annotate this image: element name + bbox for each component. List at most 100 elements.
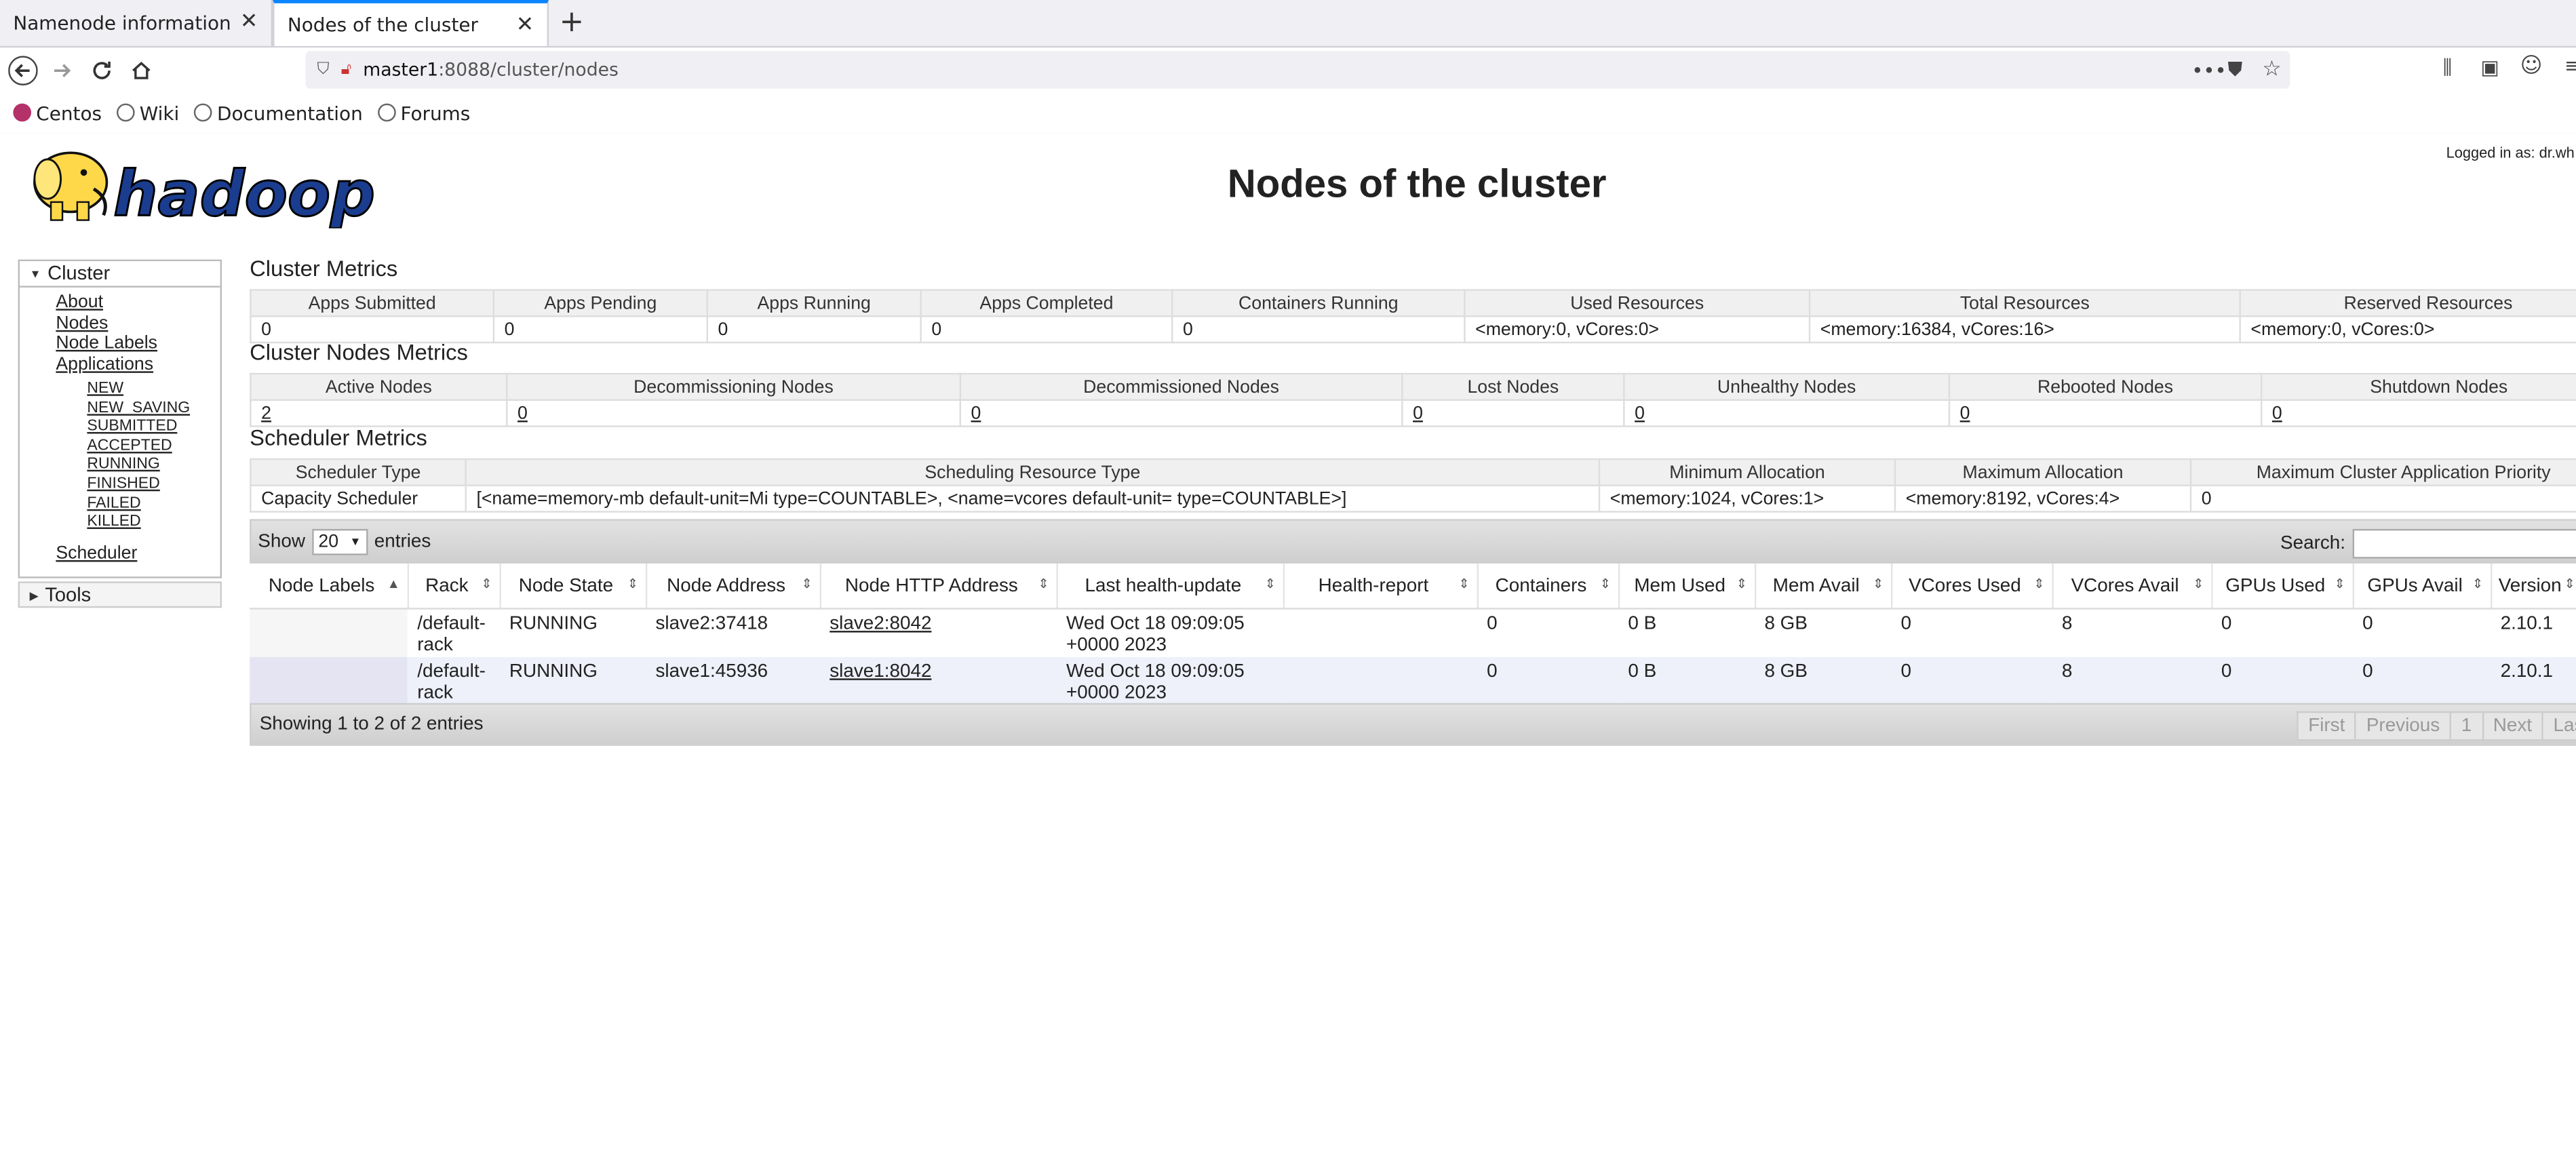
- scheduler-metrics-title: Scheduler Metrics: [250, 425, 427, 450]
- browser-tab-nodes[interactable]: Nodes of the cluster ✕: [273, 0, 549, 46]
- column-header-last-health-update[interactable]: Last health-update ⇕: [1056, 563, 1284, 610]
- metric-header: Decommissioned Nodes: [959, 372, 1403, 401]
- library-icon[interactable]: ⫼: [2443, 56, 2452, 80]
- nav-node-labels[interactable]: Node Labels: [20, 334, 220, 354]
- browser-nav-bar: ⛉ 🔓︎ master1:8088/cluster/nodes ••• ⛊ ☆ …: [0, 47, 2576, 92]
- metric-header: Scheduler Type: [250, 458, 467, 486]
- table-cell: 0: [2352, 608, 2491, 657]
- close-tab-icon[interactable]: ✕: [240, 10, 258, 35]
- back-arrow-icon[interactable]: [3, 50, 43, 90]
- nav-scheduler[interactable]: Scheduler: [20, 543, 220, 564]
- bookmark-wiki[interactable]: Wiki: [116, 101, 179, 124]
- shield-icon[interactable]: ⛉: [317, 61, 329, 79]
- close-tab-icon[interactable]: ✕: [516, 13, 534, 37]
- cluster-nav-header[interactable]: ▼ Cluster: [20, 261, 220, 288]
- home-icon[interactable]: [121, 50, 161, 90]
- pager-previous[interactable]: Previous: [2354, 711, 2450, 741]
- pager-page-1[interactable]: 1: [2449, 711, 2482, 741]
- table-cell: 8 GB: [1754, 608, 1891, 657]
- node-http-address-link[interactable]: slave2:8042: [830, 614, 931, 634]
- table-cell: 0: [1477, 608, 1618, 657]
- nav-app-accepted[interactable]: ACCEPTED: [20, 437, 220, 456]
- menu-icon[interactable]: ≡: [2564, 54, 2576, 77]
- bookmark-centos[interactable]: Centos: [13, 101, 102, 124]
- metric-header: Used Resources: [1464, 289, 1811, 317]
- page-size-select[interactable]: 20 ▼: [311, 528, 368, 555]
- nav-app-submitted[interactable]: SUBMITTED: [20, 418, 220, 437]
- column-header-node-state[interactable]: Node State ⇕: [499, 563, 647, 610]
- table-cell: 0: [1477, 656, 1618, 705]
- column-header-health-report[interactable]: Health-report ⇕: [1283, 563, 1478, 610]
- column-header-mem-used[interactable]: Mem Used ⇕: [1618, 563, 1756, 610]
- rebooted-nodes-link[interactable]: 0: [1960, 404, 1970, 423]
- column-header-vcores-used[interactable]: VCores Used ⇕: [1890, 563, 2053, 610]
- shutdown-nodes-link[interactable]: 0: [2272, 404, 2282, 423]
- decommissioned-nodes-link[interactable]: 0: [971, 404, 981, 423]
- tools-nav[interactable]: ▶ Tools: [18, 581, 222, 608]
- nav-app-failed[interactable]: FAILED: [20, 494, 220, 513]
- bookmark-label: Centos: [36, 100, 102, 124]
- bookmark-forums[interactable]: Forums: [377, 101, 470, 124]
- page-content: hadoop Nodes of the cluster Logged in as…: [0, 133, 2576, 1176]
- sort-icon: ⇕: [1736, 576, 1748, 591]
- table-cell: 0 B: [1618, 656, 1755, 705]
- column-header-gpus-used[interactable]: GPUs Used ⇕: [2211, 563, 2354, 610]
- unhealthy-nodes-link[interactable]: 0: [1635, 404, 1645, 423]
- nav-nodes[interactable]: Nodes: [20, 313, 220, 333]
- column-header-label: Node HTTP Address: [844, 575, 1018, 596]
- active-nodes-link[interactable]: 2: [261, 404, 271, 423]
- url-bar[interactable]: ⛉ 🔓︎ master1:8088/cluster/nodes ••• ⛊ ☆: [305, 51, 2290, 89]
- cluster-metrics-table: Apps Submitted Apps Pending Apps Running…: [250, 289, 2576, 344]
- decommissioning-nodes-link[interactable]: 0: [518, 404, 528, 423]
- lost-nodes-link[interactable]: 0: [1413, 404, 1423, 423]
- browser-tab-namenode[interactable]: Namenode information ✕: [0, 0, 273, 46]
- new-tab-plus-icon[interactable]: +: [549, 0, 595, 46]
- insecure-lock-icon[interactable]: 🔓︎: [341, 61, 352, 79]
- nav-app-running[interactable]: RUNNING: [20, 456, 220, 475]
- nav-app-new[interactable]: NEW: [20, 380, 220, 399]
- column-header-label: Mem Used: [1634, 575, 1726, 596]
- sidebar-icon[interactable]: ▣: [2481, 56, 2499, 79]
- sort-icon: ⇕: [1038, 576, 1049, 591]
- table-cell: 0: [1890, 608, 2052, 657]
- pager-first[interactable]: First: [2297, 711, 2355, 741]
- show-label: Show: [258, 532, 305, 552]
- sort-icon: ⇕: [1872, 576, 1884, 591]
- table-cell: 2.10.1: [2491, 608, 2576, 657]
- nav-applications[interactable]: Applications: [20, 354, 220, 374]
- sort-icon: ⇕: [1599, 576, 1611, 591]
- pocket-icon[interactable]: ⛊: [2228, 58, 2243, 82]
- page-size-value: 20: [318, 532, 339, 552]
- column-header-mem-avail[interactable]: Mem Avail ⇕: [1754, 563, 1892, 610]
- logged-in-text: Logged in as: dr.wh: [2446, 144, 2575, 161]
- nav-app-new-saving[interactable]: NEW_SAVING: [20, 399, 220, 418]
- column-header-version[interactable]: Version ⇕: [2491, 563, 2576, 610]
- pager-next[interactable]: Next: [2481, 711, 2542, 741]
- column-header-gpus-avail[interactable]: GPUs Avail ⇕: [2352, 563, 2492, 610]
- pager-last[interactable]: Last: [2541, 711, 2576, 741]
- column-header-rack[interactable]: Rack ⇕: [407, 563, 501, 610]
- search-input[interactable]: [2351, 528, 2576, 559]
- nav-about[interactable]: About: [20, 292, 220, 313]
- globe-icon: [194, 103, 212, 122]
- bookmark-documentation[interactable]: Documentation: [194, 101, 363, 124]
- column-header-containers[interactable]: Containers ⇕: [1477, 563, 1620, 610]
- forward-arrow-icon[interactable]: [43, 50, 82, 90]
- bookmark-star-icon[interactable]: ☆: [2262, 58, 2281, 82]
- column-header-node-address[interactable]: Node Address ⇕: [645, 563, 821, 610]
- nav-app-killed[interactable]: KILLED: [20, 513, 220, 532]
- page-title: Nodes of the cluster: [1227, 162, 1607, 208]
- table-cell: 0: [2211, 656, 2353, 705]
- tab-label: Namenode information: [13, 11, 231, 35]
- node-http-address-link[interactable]: slave1:8042: [830, 662, 931, 682]
- column-header-node-labels[interactable]: Node Labels ▲: [250, 563, 408, 610]
- column-header-vcores-avail[interactable]: VCores Avail ⇕: [2052, 563, 2212, 610]
- column-header-label: Version: [2498, 575, 2562, 596]
- column-header-node-http-address[interactable]: Node HTTP Address ⇕: [819, 563, 1057, 610]
- column-header-label: Node State: [518, 575, 614, 596]
- account-icon[interactable]: ☺: [2520, 54, 2543, 79]
- page-actions-icon[interactable]: •••: [2191, 58, 2226, 81]
- reload-icon[interactable]: [82, 50, 121, 90]
- nav-app-finished[interactable]: FINISHED: [20, 475, 220, 494]
- sort-icon: ⇕: [2472, 576, 2484, 591]
